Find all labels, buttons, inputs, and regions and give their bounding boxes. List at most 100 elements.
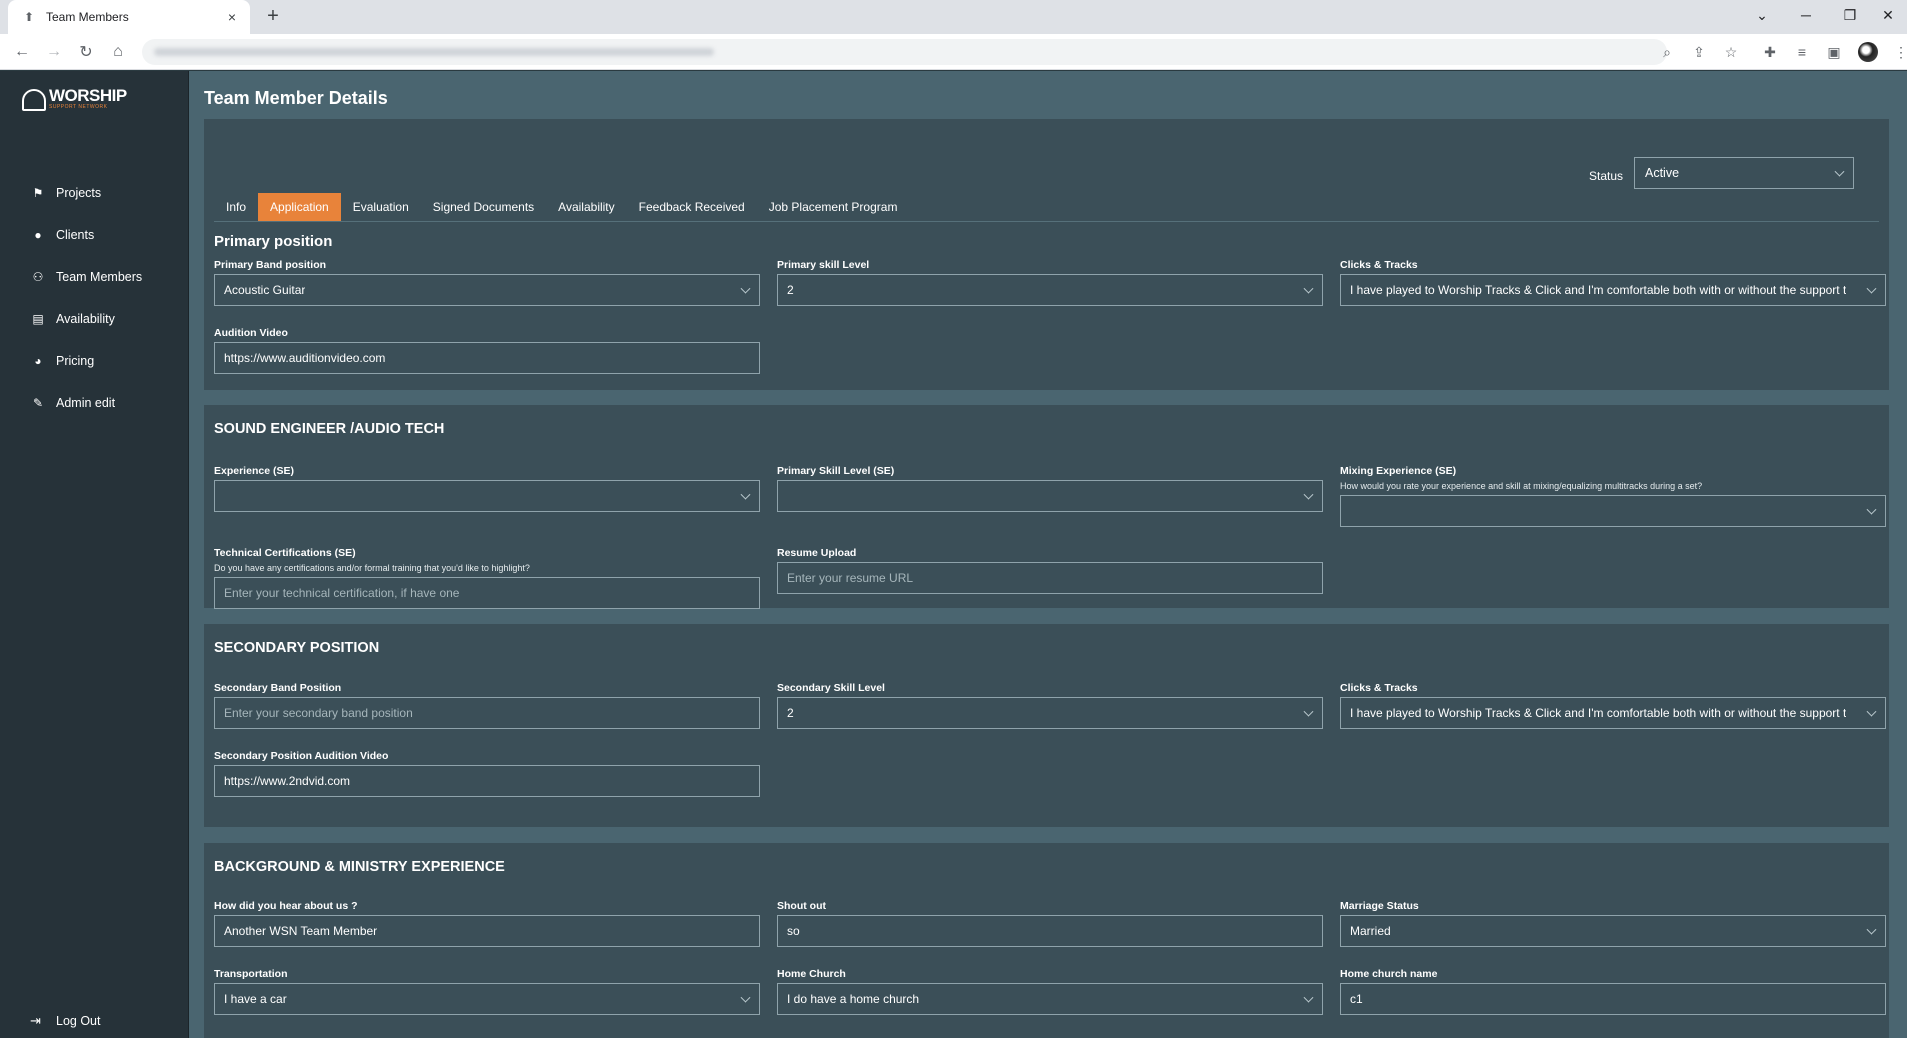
experience-se-label: Experience (SE) <box>214 465 294 477</box>
logout-label: Log Out <box>56 1014 101 1028</box>
tab-evaluation[interactable]: Evaluation <box>341 193 421 221</box>
secondary-clicks-tracks-select[interactable]: I have played to Worship Tracks & Click … <box>1340 697 1886 729</box>
chevron-down-icon <box>1866 504 1877 515</box>
favicon-icon: ⬆ <box>23 10 35 24</box>
sidebar-item-pricing[interactable]: ◕ Pricing <box>0 340 189 382</box>
sidebar-item-label: Clients <box>56 228 95 242</box>
section-title-background: BACKGROUND & MINISTRY EXPERIENCE <box>214 859 505 875</box>
address-bar[interactable] <box>142 39 1667 65</box>
chevron-down-icon <box>1303 489 1314 500</box>
logo-mark-icon <box>22 88 46 111</box>
media-icon[interactable]: ≡ <box>1791 41 1813 63</box>
clicks-tracks-select[interactable]: I have played to Worship Tracks & Click … <box>1340 274 1886 306</box>
reload-icon[interactable]: ↻ <box>75 41 97 63</box>
profile-avatar[interactable] <box>1858 42 1878 62</box>
chevron-down-icon <box>1303 992 1314 1003</box>
sidebar: WORSHIP SUPPORT NETWORK ⚑ Projects ● Cli… <box>0 71 189 1038</box>
app: WORSHIP SUPPORT NETWORK ⚑ Projects ● Cli… <box>0 71 1907 1038</box>
home-church-select[interactable]: I do have a home church <box>777 983 1323 1015</box>
secondary-band-position-label: Secondary Band Position <box>214 682 342 694</box>
primary-skill-level-se-label: Primary Skill Level (SE) <box>777 465 895 477</box>
browser-tab[interactable]: ⬆ Team Members × <box>8 0 250 34</box>
chevron-down-icon <box>1834 166 1845 177</box>
home-icon[interactable]: ⌂ <box>107 41 129 63</box>
chevron-down-icon <box>1866 924 1877 935</box>
primary-skill-level-select[interactable]: 2 <box>777 274 1323 306</box>
marriage-status-select[interactable]: Married <box>1340 915 1886 947</box>
close-tab-icon[interactable]: × <box>224 9 240 25</box>
extensions-icon[interactable]: ✚ <box>1759 41 1781 63</box>
shout-out-input[interactable]: so <box>777 915 1323 947</box>
sound-engineer-card: SOUND ENGINEER /AUDIO TECH Experience (S… <box>204 405 1889 609</box>
sidebar-item-clients[interactable]: ● Clients <box>0 214 189 256</box>
minimize-icon[interactable]: ─ <box>1784 0 1828 30</box>
chevron-down-icon <box>1866 706 1877 717</box>
primary-skill-level-label: Primary skill Level <box>777 259 870 271</box>
bookmark-star-icon[interactable]: ☆ <box>1720 41 1742 63</box>
tab-info[interactable]: Info <box>214 193 258 221</box>
sidebar-item-team-members[interactable]: ⚇ Team Members <box>0 256 189 298</box>
secondary-band-position-input[interactable]: Enter your secondary band position <box>214 697 760 729</box>
browser-tab-title: Team Members <box>46 10 129 24</box>
resume-upload-label: Resume Upload <box>777 547 857 559</box>
tab-job-placement-program[interactable]: Job Placement Program <box>757 193 910 221</box>
logo-sub-text: SUPPORT NETWORK <box>49 104 108 110</box>
mixing-experience-se-label: Mixing Experience (SE) <box>1340 465 1457 477</box>
tab-search-icon[interactable]: ⌄ <box>1740 0 1784 30</box>
sidebar-item-projects[interactable]: ⚑ Projects <box>0 172 189 214</box>
zoom-icon[interactable]: ⌕ <box>1656 41 1678 63</box>
section-title-primary: Primary position <box>214 233 333 250</box>
sidebar-item-availability[interactable]: ▤ Availability <box>0 298 189 340</box>
forward-icon[interactable]: → <box>43 41 65 63</box>
primary-skill-level-se-select[interactable] <box>777 480 1323 512</box>
secondary-audition-video-input[interactable]: https://www.2ndvid.com <box>214 765 760 797</box>
chevron-down-icon <box>1303 283 1314 294</box>
sidebar-item-label: Pricing <box>56 354 95 368</box>
technical-certifications-help: Do you have any certifications and/or fo… <box>214 563 530 573</box>
logo[interactable]: WORSHIP SUPPORT NETWORK <box>22 86 127 111</box>
secondary-skill-level-select[interactable]: 2 <box>777 697 1323 729</box>
browser-tab-bar: ⬆ Team Members × + ⌄ ─ ❐ ✕ <box>0 0 1907 34</box>
chevron-down-icon <box>1866 283 1877 294</box>
pie-chart-icon: ◕ <box>34 354 42 368</box>
transportation-select[interactable]: I have a car <box>214 983 760 1015</box>
clipboard-icon: ▤ <box>32 312 44 326</box>
menu-icon[interactable]: ⋮ <box>1890 41 1907 63</box>
how-did-you-hear-input[interactable]: Another WSN Team Member <box>214 915 760 947</box>
section-title-secondary: SECONDARY POSITION <box>214 640 380 656</box>
chevron-down-icon <box>740 283 751 294</box>
tab-feedback-received[interactable]: Feedback Received <box>627 193 757 221</box>
audition-video-input[interactable]: https://www.auditionvideo.com <box>214 342 760 374</box>
sidebar-item-label: Projects <box>56 186 102 200</box>
mixing-experience-se-select[interactable] <box>1340 495 1886 527</box>
status-select[interactable]: Active <box>1634 157 1854 189</box>
tab-signed-documents[interactable]: Signed Documents <box>421 193 546 221</box>
home-church-name-input[interactable]: c1 <box>1340 983 1886 1015</box>
resume-upload-input[interactable]: Enter your resume URL <box>777 562 1323 594</box>
marriage-status-label: Marriage Status <box>1340 900 1419 912</box>
browser-toolbar: ← → ↻ ⌂ ⌕ ⇪ ☆ ✚ ≡ ▣ ⋮ <box>0 34 1907 70</box>
logout-button[interactable]: ⇥ Log Out <box>30 1013 100 1029</box>
sidebar-item-label: Availability <box>56 312 115 326</box>
experience-se-select[interactable] <box>214 480 760 512</box>
pencil-icon: ✎ <box>32 396 44 410</box>
secondary-position-card: SECONDARY POSITION Secondary Band Positi… <box>204 624 1889 827</box>
tab-availability[interactable]: Availability <box>546 193 626 221</box>
back-icon[interactable]: ← <box>11 41 33 63</box>
logo-main-text: WORSHIP <box>49 86 127 105</box>
home-church-label: Home Church <box>777 968 846 980</box>
primary-band-position-select[interactable]: Acoustic Guitar <box>214 274 760 306</box>
side-panel-icon[interactable]: ▣ <box>1823 41 1845 63</box>
close-window-icon[interactable]: ✕ <box>1866 0 1907 30</box>
tab-application[interactable]: Application <box>258 193 341 221</box>
sidebar-nav: ⚑ Projects ● Clients ⚇ Team Members ▤ Av… <box>0 172 189 424</box>
technical-certifications-input[interactable]: Enter your technical certification, if h… <box>214 577 760 609</box>
shout-out-label: Shout out <box>777 900 826 912</box>
page-title: Team Member Details <box>204 88 388 108</box>
sidebar-item-label: Admin edit <box>56 396 116 410</box>
primary-band-position-label: Primary Band position <box>214 259 327 271</box>
share-icon[interactable]: ⇪ <box>1688 41 1710 63</box>
new-tab-button[interactable]: + <box>262 6 284 28</box>
secondary-audition-video-label: Secondary Position Audition Video <box>214 750 389 762</box>
sidebar-item-admin-edit[interactable]: ✎ Admin edit <box>0 382 189 424</box>
